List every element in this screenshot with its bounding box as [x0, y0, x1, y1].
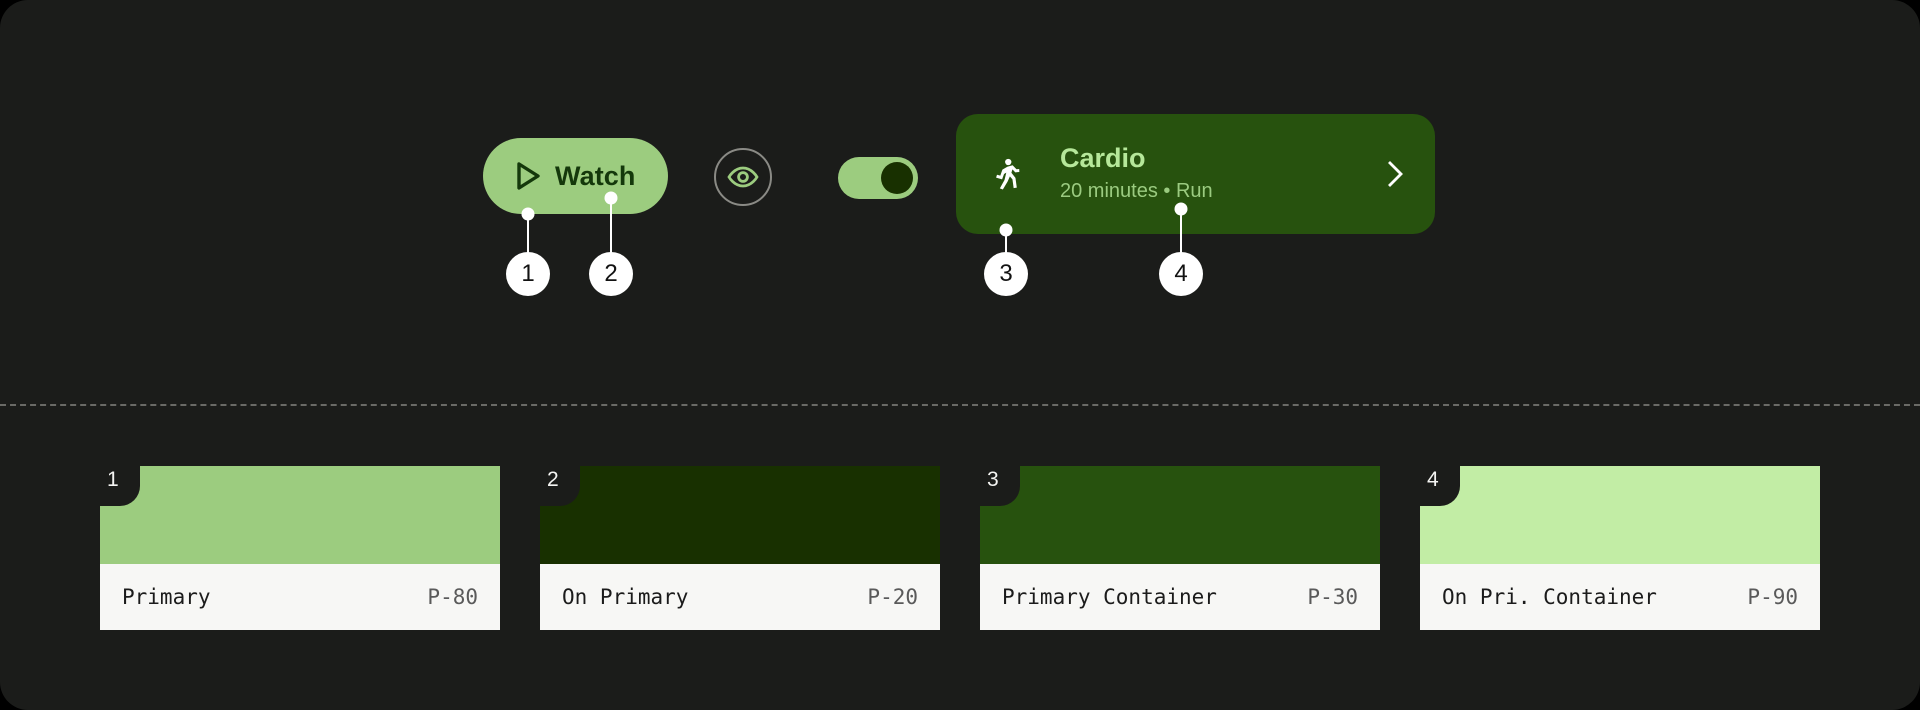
component-preview-area: Watch Cardio 20 minutes • Run 1 2 3 4	[0, 0, 1920, 405]
swatch-token: P-30	[1307, 585, 1358, 609]
swatch-color-chip	[1420, 466, 1820, 564]
watch-button[interactable]: Watch	[483, 138, 668, 214]
cardio-card-subtitle: 20 minutes • Run	[1060, 179, 1213, 202]
swatch-color-chip	[980, 466, 1380, 564]
cardio-card-title: Cardio	[1060, 143, 1146, 174]
color-swatch[interactable]: 4 On Pri. Container P-90	[1420, 466, 1820, 630]
callout-anchor-dot	[604, 191, 618, 205]
cardio-card-text: Cardio 20 minutes • Run	[1060, 143, 1385, 205]
swatch-role-name: Primary	[122, 585, 211, 609]
color-swatch[interactable]: 3 Primary Container P-30	[980, 466, 1380, 630]
swatch-label-bar: Primary P-80	[100, 564, 500, 630]
swatch-color-chip	[540, 466, 940, 564]
swatch-badge: 4	[1420, 466, 1460, 506]
color-swatch-row: 1 Primary P-80 2 On Primary P-20 3 Primary Cont…	[100, 466, 1820, 630]
switch-thumb	[881, 162, 913, 194]
color-swatch[interactable]: 1 Primary P-80	[100, 466, 500, 630]
swatch-label-bar: On Primary P-20	[540, 564, 940, 630]
swatch-badge: 3	[980, 466, 1020, 506]
callout-bubble[interactable]: 2	[589, 252, 633, 296]
cardio-list-card[interactable]: Cardio 20 minutes • Run	[956, 114, 1435, 234]
swatch-label-bar: On Pri. Container P-90	[1420, 564, 1820, 630]
callout-anchor-dot	[999, 223, 1013, 237]
swatch-label-bar: Primary Container P-30	[980, 564, 1380, 630]
swatch-badge: 2	[540, 466, 580, 506]
design-spec-canvas: Watch Cardio 20 minutes • Run 1 2 3 4 1 …	[0, 0, 1920, 710]
color-swatch[interactable]: 2 On Primary P-20	[540, 466, 940, 630]
swatch-badge: 1	[100, 466, 140, 506]
callout-bubble[interactable]: 4	[1159, 252, 1203, 296]
eye-icon	[727, 166, 759, 188]
callout-anchor-dot	[521, 207, 535, 221]
callout-bubble[interactable]: 1	[506, 252, 550, 296]
swatch-role-name: On Pri. Container	[1442, 585, 1657, 609]
callout-bubble[interactable]: 3	[984, 252, 1028, 296]
watch-button-label: Watch	[555, 160, 636, 191]
chevron-right-icon	[1388, 161, 1403, 187]
switch-toggle[interactable]	[838, 157, 918, 199]
visibility-toggle-button[interactable]	[714, 148, 772, 206]
section-divider	[0, 404, 1920, 406]
swatch-token: P-20	[867, 585, 918, 609]
callout-anchor-dot	[1174, 202, 1188, 216]
play-triangle-icon	[517, 162, 540, 190]
running-person-icon	[996, 158, 1020, 190]
swatch-token: P-80	[427, 585, 478, 609]
swatch-role-name: On Primary	[562, 585, 689, 609]
swatch-color-chip	[100, 466, 500, 564]
swatch-token: P-90	[1747, 585, 1798, 609]
swatch-role-name: Primary Container	[1002, 585, 1217, 609]
